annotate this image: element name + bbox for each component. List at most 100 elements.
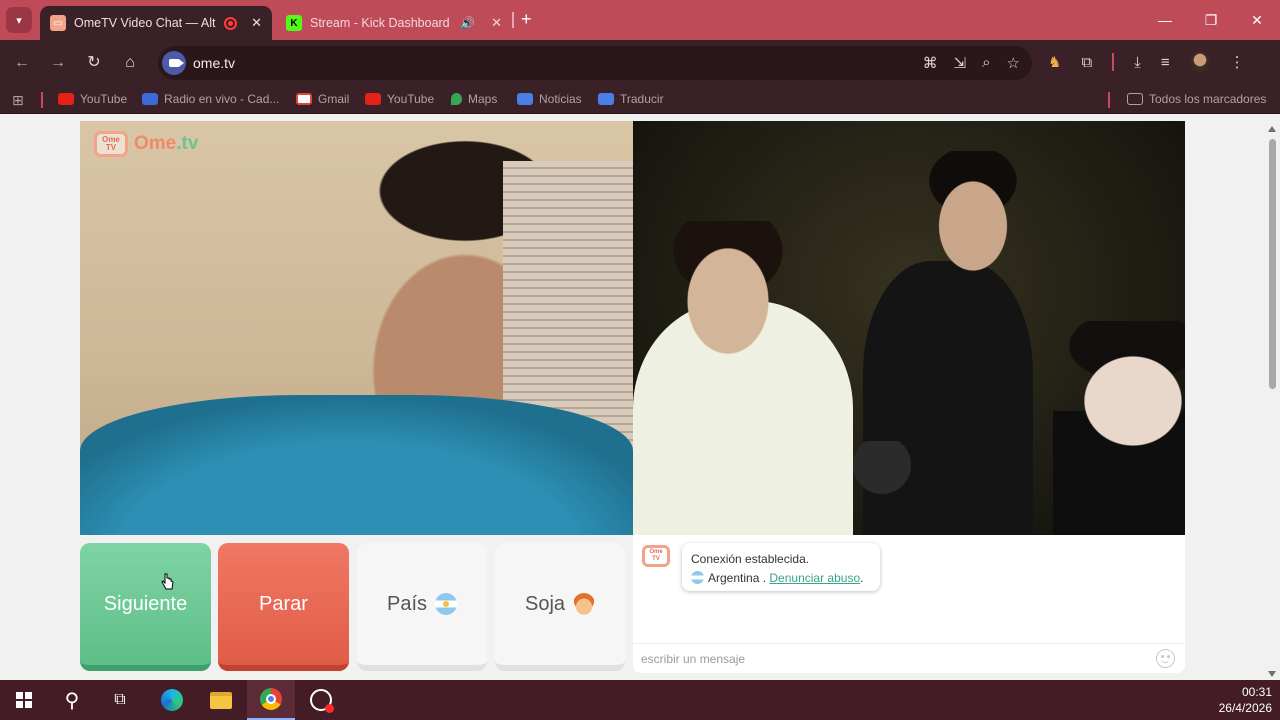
url-text[interactable]: ome.tv bbox=[193, 55, 235, 71]
translate-icon[interactable]: ⌘ bbox=[923, 54, 938, 72]
close-tab-icon[interactable]: ✕ bbox=[251, 15, 262, 31]
new-tab-button[interactable]: + bbox=[521, 9, 532, 30]
bookmarks-divider bbox=[1108, 92, 1110, 108]
gender-button[interactable]: Soja bbox=[495, 543, 625, 671]
ometv-logo: Ome TV Ome.tv bbox=[94, 131, 198, 157]
recorder-app-icon[interactable] bbox=[297, 680, 345, 720]
bookmark-youtube-2[interactable]: YouTube bbox=[365, 92, 434, 106]
menu-icon[interactable]: ⋮ bbox=[1230, 53, 1245, 71]
report-abuse-link[interactable]: Denunciar abuso bbox=[769, 571, 860, 585]
youtube-icon bbox=[365, 93, 381, 105]
remote-person-head bbox=[673, 221, 783, 361]
scroll-up-icon[interactable] bbox=[1268, 126, 1276, 132]
windows-taskbar: ⚲ ⧉ 00:31 26/4/2026 bbox=[0, 680, 1280, 720]
window-controls: — ❐ ✕ bbox=[1142, 0, 1280, 40]
boy-emoji-icon bbox=[573, 593, 596, 615]
tab-ometv[interactable]: ▭ OmeTV Video Chat — Alternat ✕ bbox=[40, 6, 272, 40]
next-button-label: Siguiente bbox=[103, 592, 188, 615]
bookmark-youtube[interactable]: YouTube bbox=[58, 92, 127, 106]
tab-title: OmeTV Video Chat — Alternat bbox=[74, 16, 216, 30]
edge-icon[interactable] bbox=[148, 680, 196, 720]
clock-time: 00:31 bbox=[1241, 685, 1272, 699]
radio-icon bbox=[142, 93, 158, 105]
chat-input-area bbox=[633, 643, 1185, 673]
translate-icon bbox=[598, 93, 614, 105]
file-explorer-icon[interactable] bbox=[197, 680, 245, 720]
start-button[interactable] bbox=[0, 680, 48, 720]
argentina-flag-icon bbox=[435, 593, 458, 615]
extensions-icon[interactable]: ⧉ bbox=[1081, 54, 1092, 71]
news-icon bbox=[517, 93, 533, 105]
next-button[interactable]: Siguiente bbox=[80, 543, 211, 671]
remote-person-head bbox=[1043, 321, 1185, 451]
tv-logo-icon: Ome TV bbox=[94, 131, 128, 157]
hand-cursor-icon bbox=[161, 573, 174, 590]
scroll-down-icon[interactable] bbox=[1268, 671, 1276, 677]
argentina-flag-icon bbox=[691, 571, 704, 584]
bookmark-news[interactable]: Noticias bbox=[517, 92, 582, 106]
minimize-icon[interactable]: — bbox=[1142, 0, 1188, 40]
gmail-icon bbox=[296, 93, 312, 105]
scroll-thumb[interactable] bbox=[1269, 139, 1276, 389]
ometv-favicon-icon: ▭ bbox=[50, 15, 66, 31]
windows-logo-icon bbox=[16, 692, 32, 708]
bookmark-maps[interactable]: Maps bbox=[451, 92, 497, 106]
emoji-icon[interactable] bbox=[1156, 649, 1175, 668]
page-scrollbar[interactable] bbox=[1265, 121, 1280, 680]
media-control-icon[interactable]: ≡ bbox=[1161, 54, 1170, 71]
toolbar-divider bbox=[1112, 53, 1115, 71]
stop-button-label: Parar bbox=[259, 592, 308, 615]
stop-button[interactable]: Parar bbox=[218, 543, 349, 671]
task-view-icon[interactable]: ⧉ bbox=[96, 680, 144, 720]
maps-icon bbox=[451, 93, 462, 105]
system-clock[interactable]: 00:31 26/4/2026 bbox=[1219, 684, 1272, 716]
person-shirt bbox=[80, 395, 633, 535]
message-input[interactable] bbox=[641, 649, 1141, 669]
reload-icon[interactable]: ↻ bbox=[84, 53, 104, 73]
browser-toolbar: ← → ↻ ⌂ ome.tv ⌘ ⇲ ⌕ ☆ ♞ ⧉ ⤓ ≡ ⋮ bbox=[0, 40, 1280, 86]
speaker-icon[interactable]: 🔊 bbox=[460, 16, 475, 30]
folder-icon bbox=[1127, 93, 1143, 105]
close-tab-icon[interactable]: ✕ bbox=[491, 15, 502, 31]
profile-avatar[interactable] bbox=[1189, 52, 1210, 72]
close-window-icon[interactable]: ✕ bbox=[1234, 0, 1280, 40]
bookmark-star-icon[interactable]: ☆ bbox=[1007, 54, 1020, 72]
bookmark-radio[interactable]: Radio en vivo - Cad... bbox=[142, 92, 279, 106]
logo-ome: Ome bbox=[134, 133, 177, 154]
chat-panel: Ome TV Conexión establecida. Argentina .… bbox=[633, 535, 1185, 673]
tab-search-button[interactable]: ▾ bbox=[6, 7, 32, 33]
install-app-icon[interactable]: ⇲ bbox=[954, 54, 967, 72]
kick-favicon-icon: K bbox=[286, 15, 302, 31]
bookmarks-bar: ⊞ YouTube Radio en vivo - Cad... Gmail Y… bbox=[0, 86, 1280, 114]
ometv-page: Ome TV Ome.tv Siguiente Parar País Soja bbox=[0, 121, 1280, 680]
downloads-icon[interactable]: ⤓ bbox=[1134, 54, 1141, 71]
tab-kick[interactable]: K Stream - Kick Dashboard 🔊 ✕ bbox=[276, 6, 512, 40]
back-icon[interactable]: ← bbox=[12, 53, 32, 73]
chrome-icon[interactable] bbox=[247, 680, 295, 720]
address-bar[interactable]: ome.tv ⌘ ⇲ ⌕ ☆ bbox=[158, 46, 1032, 80]
extension-wizard-icon[interactable]: ♞ bbox=[1048, 53, 1061, 71]
recording-icon bbox=[224, 16, 238, 30]
remote-person-head bbox=[923, 151, 1023, 281]
bookmark-translate[interactable]: Traducir bbox=[598, 92, 664, 106]
home-icon[interactable]: ⌂ bbox=[120, 53, 140, 73]
partner-country: Argentina bbox=[708, 571, 760, 585]
search-icon[interactable]: ⚲ bbox=[48, 680, 96, 720]
apps-grid-icon[interactable]: ⊞ bbox=[12, 92, 24, 109]
local-video: Ome TV Ome.tv bbox=[80, 121, 633, 535]
connection-status: Conexión establecida. bbox=[691, 552, 810, 566]
country-button[interactable]: País bbox=[357, 543, 487, 671]
tab-title: Stream - Kick Dashboard bbox=[310, 16, 450, 30]
chevron-down-icon: ▾ bbox=[16, 14, 22, 27]
forward-icon[interactable]: → bbox=[48, 53, 68, 73]
youtube-icon bbox=[58, 93, 74, 105]
zoom-icon[interactable]: ⌕ bbox=[982, 54, 990, 72]
chat-ometv-icon: Ome TV bbox=[642, 545, 670, 567]
site-info-icon[interactable] bbox=[162, 51, 186, 75]
gender-button-label: Soja bbox=[524, 592, 566, 615]
all-bookmarks-button[interactable]: Todos los marcadores bbox=[1127, 92, 1266, 106]
clock-date: 26/4/2026 bbox=[1218, 701, 1272, 715]
restore-icon[interactable]: ❐ bbox=[1188, 0, 1234, 40]
remote-video bbox=[633, 121, 1185, 535]
bookmark-gmail[interactable]: Gmail bbox=[296, 92, 349, 106]
